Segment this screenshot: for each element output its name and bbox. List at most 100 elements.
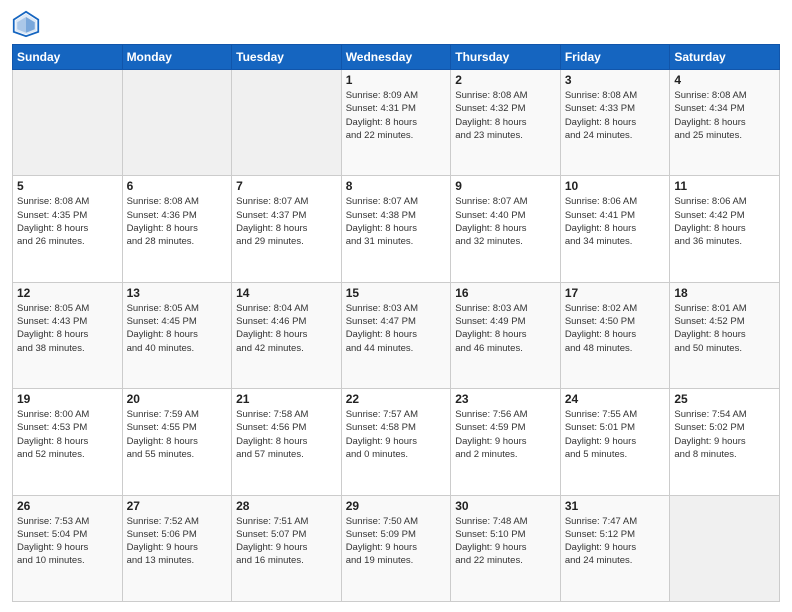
calendar-page: SundayMondayTuesdayWednesdayThursdayFrid…: [0, 0, 792, 612]
day-info: Sunrise: 7:52 AM Sunset: 5:06 PM Dayligh…: [127, 515, 228, 568]
day-number: 13: [127, 286, 228, 300]
calendar-day-cell: 29 Sunrise: 7:50 AM Sunset: 5:09 PM Dayli…: [341, 495, 451, 601]
day-number: 15: [346, 286, 447, 300]
day-info: Sunrise: 7:48 AM Sunset: 5:10 PM Dayligh…: [455, 515, 556, 568]
day-number: 29: [346, 499, 447, 513]
calendar-day-cell: 17 Sunrise: 8:02 AM Sunset: 4:50 PM Dayli…: [560, 282, 670, 388]
day-number: 14: [236, 286, 337, 300]
day-info: Sunrise: 8:08 AM Sunset: 4:34 PM Dayligh…: [674, 89, 775, 142]
day-number: 24: [565, 392, 666, 406]
calendar-day-cell: 11 Sunrise: 8:06 AM Sunset: 4:42 PM Dayli…: [670, 176, 780, 282]
day-info: Sunrise: 8:08 AM Sunset: 4:36 PM Dayligh…: [127, 195, 228, 248]
day-number: 31: [565, 499, 666, 513]
day-info: Sunrise: 7:50 AM Sunset: 5:09 PM Dayligh…: [346, 515, 447, 568]
calendar-day-cell: 14 Sunrise: 8:04 AM Sunset: 4:46 PM Dayli…: [232, 282, 342, 388]
day-number: 18: [674, 286, 775, 300]
calendar-week-row: 1 Sunrise: 8:09 AM Sunset: 4:31 PM Daylig…: [13, 70, 780, 176]
logo: [12, 10, 44, 38]
calendar-body: 1 Sunrise: 8:09 AM Sunset: 4:31 PM Daylig…: [13, 70, 780, 602]
day-of-week-header: Sunday: [13, 45, 123, 70]
day-of-week-header: Thursday: [451, 45, 561, 70]
day-info: Sunrise: 7:55 AM Sunset: 5:01 PM Dayligh…: [565, 408, 666, 461]
day-info: Sunrise: 8:07 AM Sunset: 4:38 PM Dayligh…: [346, 195, 447, 248]
day-number: 23: [455, 392, 556, 406]
calendar-day-cell: 27 Sunrise: 7:52 AM Sunset: 5:06 PM Dayli…: [122, 495, 232, 601]
day-number: 25: [674, 392, 775, 406]
day-info: Sunrise: 7:47 AM Sunset: 5:12 PM Dayligh…: [565, 515, 666, 568]
day-number: 8: [346, 179, 447, 193]
calendar-day-cell: 10 Sunrise: 8:06 AM Sunset: 4:41 PM Dayli…: [560, 176, 670, 282]
day-info: Sunrise: 8:06 AM Sunset: 4:41 PM Dayligh…: [565, 195, 666, 248]
calendar-day-cell: 9Sunrise: 8:07 AM Sunset: 4:40 PM Daylig…: [451, 176, 561, 282]
day-number: 2: [455, 73, 556, 87]
day-info: Sunrise: 8:08 AM Sunset: 4:32 PM Dayligh…: [455, 89, 556, 142]
day-info: Sunrise: 7:59 AM Sunset: 4:55 PM Dayligh…: [127, 408, 228, 461]
calendar-day-cell: 6 Sunrise: 8:08 AM Sunset: 4:36 PM Daylig…: [122, 176, 232, 282]
day-number: 9: [455, 179, 556, 193]
day-info: Sunrise: 8:08 AM Sunset: 4:35 PM Dayligh…: [17, 195, 118, 248]
day-number: 11: [674, 179, 775, 193]
calendar-day-cell: 26Sunrise: 7:53 AM Sunset: 5:04 PM Dayli…: [13, 495, 123, 601]
day-info: Sunrise: 8:03 AM Sunset: 4:47 PM Dayligh…: [346, 302, 447, 355]
calendar-day-cell: 2 Sunrise: 8:08 AM Sunset: 4:32 PM Daylig…: [451, 70, 561, 176]
day-info: Sunrise: 8:05 AM Sunset: 4:45 PM Dayligh…: [127, 302, 228, 355]
calendar-day-cell: 18 Sunrise: 8:01 AM Sunset: 4:52 PM Dayli…: [670, 282, 780, 388]
calendar-day-cell: 19 Sunrise: 8:00 AM Sunset: 4:53 PM Dayli…: [13, 389, 123, 495]
day-info: Sunrise: 8:01 AM Sunset: 4:52 PM Dayligh…: [674, 302, 775, 355]
calendar-day-cell: 24 Sunrise: 7:55 AM Sunset: 5:01 PM Dayli…: [560, 389, 670, 495]
day-number: 10: [565, 179, 666, 193]
day-of-week-header: Wednesday: [341, 45, 451, 70]
day-number: 1: [346, 73, 447, 87]
day-info: Sunrise: 8:07 AM Sunset: 4:37 PM Dayligh…: [236, 195, 337, 248]
day-info: Sunrise: 8:04 AM Sunset: 4:46 PM Dayligh…: [236, 302, 337, 355]
day-of-week-header: Friday: [560, 45, 670, 70]
day-number: 27: [127, 499, 228, 513]
calendar-day-cell: 16Sunrise: 8:03 AM Sunset: 4:49 PM Dayli…: [451, 282, 561, 388]
day-number: 17: [565, 286, 666, 300]
calendar-table: SundayMondayTuesdayWednesdayThursdayFrid…: [12, 44, 780, 602]
day-number: 6: [127, 179, 228, 193]
day-info: Sunrise: 7:56 AM Sunset: 4:59 PM Dayligh…: [455, 408, 556, 461]
calendar-day-cell: 5 Sunrise: 8:08 AM Sunset: 4:35 PM Daylig…: [13, 176, 123, 282]
day-number: 28: [236, 499, 337, 513]
calendar-day-cell: [232, 70, 342, 176]
day-number: 22: [346, 392, 447, 406]
calendar-day-cell: 31 Sunrise: 7:47 AM Sunset: 5:12 PM Dayli…: [560, 495, 670, 601]
calendar-day-cell: 21Sunrise: 7:58 AM Sunset: 4:56 PM Dayli…: [232, 389, 342, 495]
day-info: Sunrise: 8:08 AM Sunset: 4:33 PM Dayligh…: [565, 89, 666, 142]
day-of-week-header: Saturday: [670, 45, 780, 70]
day-number: 12: [17, 286, 118, 300]
day-info: Sunrise: 8:09 AM Sunset: 4:31 PM Dayligh…: [346, 89, 447, 142]
day-number: 30: [455, 499, 556, 513]
calendar-day-cell: 23 Sunrise: 7:56 AM Sunset: 4:59 PM Dayli…: [451, 389, 561, 495]
calendar-day-cell: 13 Sunrise: 8:05 AM Sunset: 4:45 PM Dayli…: [122, 282, 232, 388]
day-info: Sunrise: 8:03 AM Sunset: 4:49 PM Dayligh…: [455, 302, 556, 355]
day-info: Sunrise: 8:00 AM Sunset: 4:53 PM Dayligh…: [17, 408, 118, 461]
calendar-day-cell: 4 Sunrise: 8:08 AM Sunset: 4:34 PM Daylig…: [670, 70, 780, 176]
day-number: 20: [127, 392, 228, 406]
calendar-day-cell: [122, 70, 232, 176]
day-number: 19: [17, 392, 118, 406]
calendar-day-cell: 8 Sunrise: 8:07 AM Sunset: 4:38 PM Daylig…: [341, 176, 451, 282]
days-of-week-row: SundayMondayTuesdayWednesdayThursdayFrid…: [13, 45, 780, 70]
day-number: 4: [674, 73, 775, 87]
day-info: Sunrise: 8:06 AM Sunset: 4:42 PM Dayligh…: [674, 195, 775, 248]
day-number: 26: [17, 499, 118, 513]
day-info: Sunrise: 7:51 AM Sunset: 5:07 PM Dayligh…: [236, 515, 337, 568]
calendar-day-cell: 15 Sunrise: 8:03 AM Sunset: 4:47 PM Dayli…: [341, 282, 451, 388]
calendar-day-cell: 30 Sunrise: 7:48 AM Sunset: 5:10 PM Dayli…: [451, 495, 561, 601]
calendar-day-cell: [670, 495, 780, 601]
day-info: Sunrise: 8:02 AM Sunset: 4:50 PM Dayligh…: [565, 302, 666, 355]
day-info: Sunrise: 7:54 AM Sunset: 5:02 PM Dayligh…: [674, 408, 775, 461]
calendar-day-cell: 3Sunrise: 8:08 AM Sunset: 4:33 PM Daylig…: [560, 70, 670, 176]
calendar-day-cell: 20 Sunrise: 7:59 AM Sunset: 4:55 PM Dayli…: [122, 389, 232, 495]
calendar-day-cell: 22 Sunrise: 7:57 AM Sunset: 4:58 PM Dayli…: [341, 389, 451, 495]
logo-icon: [12, 10, 40, 38]
day-number: 7: [236, 179, 337, 193]
calendar-day-cell: 7 Sunrise: 8:07 AM Sunset: 4:37 PM Daylig…: [232, 176, 342, 282]
day-info: Sunrise: 7:57 AM Sunset: 4:58 PM Dayligh…: [346, 408, 447, 461]
calendar-day-cell: 1 Sunrise: 8:09 AM Sunset: 4:31 PM Daylig…: [341, 70, 451, 176]
calendar-week-row: 12Sunrise: 8:05 AM Sunset: 4:43 PM Dayli…: [13, 282, 780, 388]
day-number: 5: [17, 179, 118, 193]
calendar-day-cell: 28 Sunrise: 7:51 AM Sunset: 5:07 PM Dayli…: [232, 495, 342, 601]
